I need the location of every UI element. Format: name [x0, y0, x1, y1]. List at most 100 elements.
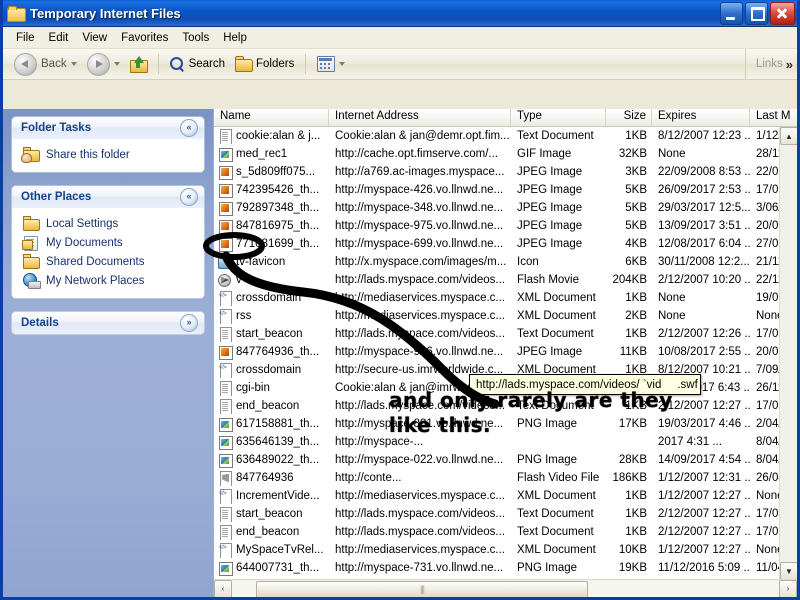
table-row[interactable]: </> crossdomain http://mediaservices.myspa… — [214, 289, 780, 307]
task-share-this-folder[interactable]: Share this folder — [21, 145, 198, 164]
panel-body-folder-tasks: Share this folder — [12, 139, 204, 172]
table-row[interactable]: 847764936 http://conte... Flash Video File… — [214, 469, 780, 487]
place-shared-documents[interactable]: Shared Documents — [22, 252, 198, 271]
table-row[interactable]: </> rss http://mediaservices.myspace.c... X… — [214, 307, 780, 325]
vertical-scrollbar[interactable]: ▲ ▼ — [779, 127, 797, 580]
explorer-window: Temporary Internet Files File Edit View … — [0, 0, 800, 600]
menu-item-help[interactable]: Help — [216, 30, 254, 46]
menu-item-favorites[interactable]: Favorites — [114, 30, 175, 46]
menu-item-tools[interactable]: Tools — [175, 30, 216, 46]
jpg-file-icon — [218, 165, 233, 180]
file-size-cell: 1KB — [625, 328, 647, 340]
file-name-cell: s_5d809ff075... — [214, 165, 329, 180]
panel-header-folder-tasks[interactable]: Folder Tasks « — [12, 117, 204, 139]
chevron-up-icon[interactable]: « — [180, 188, 198, 206]
table-row[interactable]: </> IncrementVide... http://mediaservices.… — [214, 487, 780, 505]
file-name-cell: 847816975_th... — [214, 219, 329, 234]
scroll-down-button[interactable]: ▼ — [780, 562, 797, 580]
menu-item-view[interactable]: View — [75, 30, 114, 46]
table-row[interactable]: start_beacon http://lads.myspace.com/vide… — [214, 505, 780, 523]
h-scroll-track[interactable] — [232, 580, 779, 597]
table-row[interactable]: 644007731_th... http://myspace-731.vo.lln… — [214, 559, 780, 577]
back-dropdown-caret-icon[interactable] — [70, 62, 77, 66]
links-label: Links — [755, 58, 783, 70]
column-header-last-modified[interactable]: Last M — [750, 109, 797, 126]
file-name: 617158881_th... — [236, 418, 320, 430]
file-name-cell: end_beacon — [214, 398, 329, 414]
place-my-network-places[interactable]: My Network Places — [22, 271, 198, 290]
panel-header-other-places[interactable]: Other Places « — [12, 186, 204, 208]
column-header-name[interactable]: Name — [214, 109, 329, 126]
file-type-cell: JPEG Image — [517, 220, 583, 232]
file-name-cell: end_beacon — [214, 524, 329, 540]
file-address-cell: http://myspace-936.vo.llnwd.ne... — [335, 346, 504, 358]
file-last-modified-cell: None — [756, 544, 780, 556]
file-size-cell: 10KB — [618, 544, 647, 556]
file-name-cell: </> crossdomain — [214, 362, 329, 378]
table-row[interactable]: s_5d809ff075... http://a769.ac-images.mys… — [214, 163, 780, 181]
table-row[interactable]: 636489022_th... http://myspace-022.vo.lln… — [214, 451, 780, 469]
views-button[interactable] — [312, 54, 350, 74]
table-row[interactable]: cookie:alan & j... Cookie:alan & jan@demr… — [214, 127, 780, 145]
search-button[interactable]: Search — [165, 55, 230, 74]
minimize-button[interactable] — [720, 1, 743, 25]
forward-button[interactable] — [82, 51, 125, 78]
table-row[interactable]: med_rec1 http://cache.opt.fimserve.com/..… — [214, 145, 780, 163]
views-dropdown-caret-icon[interactable] — [339, 62, 346, 66]
jpg-file-icon — [218, 201, 233, 216]
file-expires-cell: 14/09/2017 4:54 ... — [658, 454, 750, 466]
horizontal-scrollbar[interactable]: ‹ › — [214, 579, 797, 597]
scroll-up-button[interactable]: ▲ — [780, 127, 797, 145]
chevron-up-icon[interactable]: « — [180, 119, 198, 137]
file-expires-cell: None — [658, 292, 686, 304]
table-row[interactable]: 617158881_th... http://myspace-881.vo.lln… — [214, 415, 780, 433]
folders-button[interactable]: Folders — [230, 55, 299, 73]
menu-item-edit[interactable]: Edit — [42, 30, 76, 46]
table-row[interactable]: 742395426_th... http://myspace-426.vo.lln… — [214, 181, 780, 199]
file-name-cell: start_beacon — [214, 506, 329, 522]
column-header-address[interactable]: Internet Address — [329, 109, 511, 126]
table-row[interactable]: 771081699_th... http://myspace-699.vo.lln… — [214, 235, 780, 253]
file-type-cell: JPEG Image — [517, 166, 583, 178]
table-row[interactable]: 635646139_th... http://myspace-... 2017 4:… — [214, 433, 780, 451]
forward-dropdown-caret-icon[interactable] — [113, 62, 120, 66]
file-last-modified-cell: 20/06/ — [756, 346, 780, 358]
column-header-size[interactable]: Size — [606, 109, 652, 126]
h-scroll-thumb[interactable] — [256, 580, 588, 597]
scroll-right-button[interactable]: › — [779, 579, 797, 597]
place-local-settings[interactable]: Local Settings — [22, 214, 198, 233]
file-last-modified-cell: 17/03/ — [756, 508, 780, 520]
xml-file-icon: </> — [218, 362, 232, 378]
panel-other-places: Other Places « Local Settings My Documen… — [12, 186, 204, 298]
file-expires-cell: 2/12/2007 12:27 ... — [658, 526, 750, 538]
file-expires-cell: 11/12/2016 5:09 ... — [658, 562, 750, 574]
scroll-left-button[interactable]: ‹ — [214, 579, 232, 597]
panel-header-details[interactable]: Details » — [12, 312, 204, 334]
table-row[interactable]: </> MySpaceTvRel... http://mediaservices.m… — [214, 541, 780, 559]
table-row[interactable]: 847764936_th... http://myspace-936.vo.lln… — [214, 343, 780, 361]
file-address-cell: http://myspace-699.vo.llnwd.ne... — [335, 238, 504, 250]
chevron-double-right-icon[interactable]: » — [786, 58, 793, 71]
chevron-down-icon[interactable]: » — [180, 314, 198, 332]
table-row[interactable]: start_beacon http://lads.myspace.com/vide… — [214, 325, 780, 343]
png-file-icon — [218, 561, 233, 576]
maximize-button[interactable] — [745, 1, 768, 25]
file-address-cell: http://lads.myspace.com/videos... — [335, 274, 506, 286]
table-row[interactable]: end_beacon http://lads.myspace.com/videos… — [214, 523, 780, 541]
column-header-expires[interactable]: Expires — [652, 109, 750, 126]
table-row[interactable]: 792897348_th... http://myspace-348.vo.lln… — [214, 199, 780, 217]
links-bar[interactable]: Links » — [744, 49, 793, 79]
file-size-cell: 4KB — [625, 238, 647, 250]
menu-item-file[interactable]: File — [9, 30, 42, 46]
jpg-file-icon — [218, 237, 233, 252]
file-address-cell: http://myspace-426.vo.llnwd.ne... — [335, 184, 504, 196]
table-row[interactable]: v http://lads.myspace.com/videos... Flash … — [214, 271, 780, 289]
up-button[interactable] — [125, 54, 152, 74]
column-header-type[interactable]: Type — [511, 109, 606, 126]
table-row[interactable]: 847816975_th... http://myspace-975.vo.lln… — [214, 217, 780, 235]
close-button[interactable] — [770, 1, 795, 25]
table-row[interactable]: tv-favicon http://x.myspace.com/images/m.… — [214, 253, 780, 271]
file-address-cell: http://lads.myspace.com/videos... — [335, 526, 506, 538]
back-button[interactable]: Back — [9, 51, 82, 78]
place-my-documents[interactable]: My Documents — [22, 233, 198, 252]
